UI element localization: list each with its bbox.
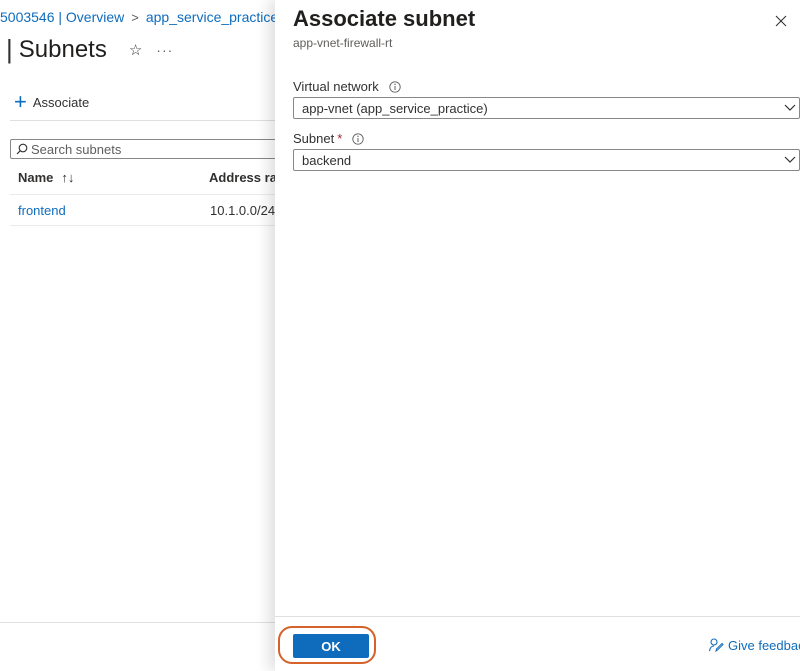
column-header-name-label: Name (18, 170, 54, 185)
title-divider: | (6, 34, 13, 64)
column-header-name[interactable]: Name ↑↓ (18, 170, 74, 185)
subnet-value: backend (302, 152, 352, 168)
panel-title: Associate subnet (293, 6, 476, 31)
required-marker: * (337, 131, 343, 146)
virtual-network-dropdown[interactable]: app-vnet (app_service_practice) (293, 97, 800, 119)
subnet-label: Subnet * (293, 131, 364, 146)
blade-footer-divider (0, 622, 280, 623)
subnet-label-text: Subnet (293, 131, 335, 146)
panel-subtitle: app-vnet-firewall-rt (293, 36, 393, 50)
breadcrumb-separator-icon: > (131, 10, 139, 25)
star-icon[interactable]: ☆ (129, 41, 142, 59)
subnet-name-link[interactable]: frontend (18, 203, 66, 218)
header-divider (10, 194, 280, 195)
search-placeholder: Search subnets (31, 141, 122, 157)
ok-button[interactable]: OK (293, 634, 369, 658)
virtual-network-label: Virtual network (293, 79, 401, 94)
sort-icon[interactable]: ↑↓ (61, 170, 74, 185)
close-icon[interactable] (772, 12, 790, 30)
column-header-address[interactable]: Address ran (209, 170, 285, 185)
give-feedback-link[interactable]: Give feedback (708, 637, 800, 653)
more-icon[interactable]: ··· (156, 42, 173, 58)
subnet-address-range: 10.1.0.0/24 (210, 203, 276, 218)
give-feedback-label: Give feedback (728, 637, 800, 653)
page-header: | Subnets ☆ ··· (6, 34, 173, 65)
table-row-divider (10, 225, 280, 226)
breadcrumb-item-resource-group[interactable]: app_service_practice (146, 9, 278, 25)
page-title: Subnets (18, 35, 107, 63)
search-icon (13, 143, 31, 155)
chevron-down-icon (783, 102, 797, 114)
chevron-down-icon (783, 154, 797, 166)
breadcrumb: 5003546 | Overview>app_service_practice>… (0, 9, 308, 25)
info-icon[interactable] (389, 80, 401, 93)
info-icon[interactable] (352, 132, 364, 145)
column-header-address-label: Address ran (209, 170, 285, 185)
feedback-icon (708, 637, 724, 653)
breadcrumb-item-overview[interactable]: 5003546 | Overview (0, 9, 124, 25)
virtual-network-label-text: Virtual network (293, 79, 379, 94)
virtual-network-value: app-vnet (app_service_practice) (302, 100, 488, 116)
plus-icon: + (14, 89, 27, 114)
toolbar-divider (10, 120, 280, 121)
associate-subnet-panel: Associate subnet app-vnet-firewall-rt Vi… (275, 0, 800, 671)
associate-button[interactable]: + Associate (14, 89, 90, 114)
subnet-dropdown[interactable]: backend (293, 149, 800, 171)
associate-label: Associate (32, 94, 90, 110)
search-input[interactable]: Search subnets (10, 139, 278, 159)
panel-footer-divider (275, 616, 800, 617)
